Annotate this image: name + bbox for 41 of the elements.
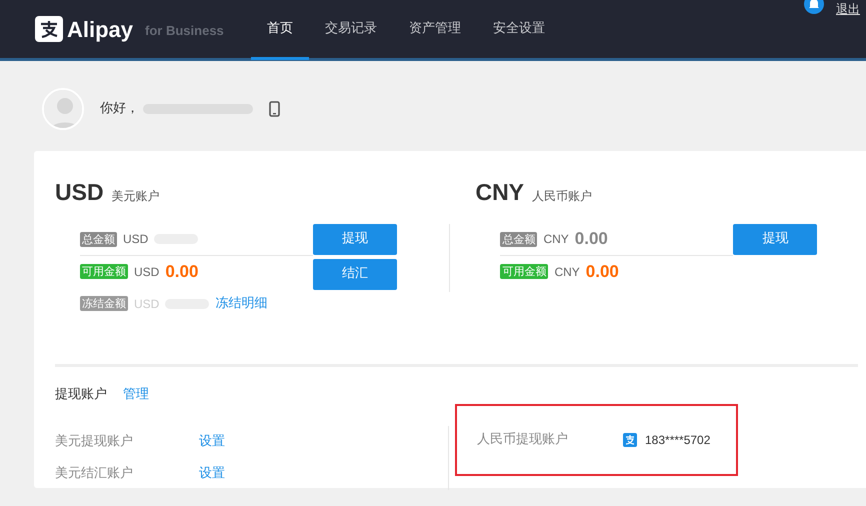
nav-tab[interactable]: 安全设置 — [477, 2, 561, 60]
amount-tag: 总金额 — [500, 232, 538, 246]
amount-value: 0.00 — [586, 260, 619, 283]
account-number: 183****5702 — [645, 432, 710, 449]
currency-unit: USD — [134, 264, 160, 280]
account-name: 美元账户 — [112, 188, 160, 205]
bell-icon[interactable] — [804, 0, 824, 14]
set-link[interactable]: 设置 — [199, 464, 225, 484]
section-title: 提现账户 — [55, 386, 107, 404]
amount-tag: 总金额 — [80, 232, 117, 246]
amount-tag: 冻结金额 — [80, 296, 128, 311]
account-label: 美元结汇账户 — [55, 465, 134, 484]
nav-tab[interactable]: 交易记录 — [309, 2, 393, 60]
account-label: 美元提现账户 — [55, 433, 134, 452]
greeting-text: 你好， — [100, 100, 139, 118]
currency-code: CNY — [475, 178, 524, 207]
logout-link[interactable]: 退出 — [836, 0, 860, 18]
manage-link[interactable]: 管理 — [123, 384, 149, 404]
currency-unit: USD — [123, 231, 148, 248]
logo-suffix: for Business — [145, 22, 224, 40]
phone-icon — [269, 100, 280, 116]
currency-unit: CNY — [543, 231, 569, 248]
account-label: 人民币提现账户 — [477, 431, 569, 450]
amount-value: 0.00 — [165, 260, 198, 283]
frozen-details-link[interactable]: 冻结明细 — [215, 294, 268, 314]
logo-text: Alipay — [67, 16, 134, 44]
logo-icon — [35, 16, 63, 42]
amount-tag: 可用金额 — [500, 264, 548, 279]
alipay-icon — [623, 433, 637, 447]
nav-tab[interactable]: 资产管理 — [393, 2, 477, 60]
action-button[interactable]: 提现 — [313, 224, 397, 254]
amount-value: 0.00 — [574, 228, 608, 250]
action-button[interactable]: 提现 — [733, 224, 818, 254]
set-link[interactable]: 设置 — [199, 432, 225, 452]
currency-unit: CNY — [554, 264, 580, 280]
currency-code: USD — [55, 178, 104, 207]
action-button[interactable]: 结汇 — [313, 258, 397, 290]
nav-tab[interactable]: 首页 — [251, 2, 309, 60]
amount-tag: 可用金额 — [80, 264, 128, 279]
account-name: 人民币账户 — [532, 188, 592, 205]
avatar-icon — [42, 88, 84, 130]
